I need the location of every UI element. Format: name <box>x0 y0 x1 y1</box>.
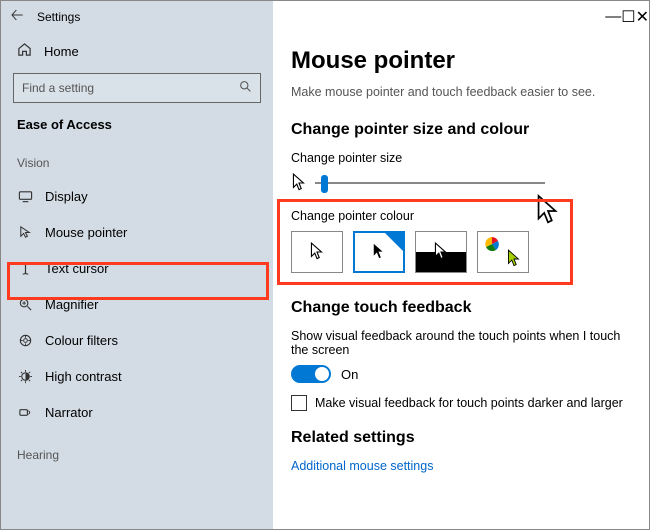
text-cursor-icon <box>17 260 33 276</box>
search-placeholder: Find a setting <box>22 81 239 95</box>
slider-thumb[interactable] <box>321 175 328 193</box>
sidebar-item-mouse-pointer[interactable]: Mouse pointer <box>1 214 273 250</box>
close-button[interactable]: ✕ <box>636 7 649 27</box>
colour-option-white[interactable] <box>291 231 343 273</box>
page-subtitle: Make mouse pointer and touch feedback ea… <box>291 85 631 99</box>
page-title: Mouse pointer <box>291 47 631 75</box>
mouse-pointer-icon <box>17 224 33 240</box>
sidebar-item-label: High contrast <box>45 369 122 384</box>
narrator-icon <box>17 404 33 420</box>
sidebar-item-high-contrast[interactable]: High contrast <box>1 358 273 394</box>
touch-desc: Show visual feedback around the touch po… <box>291 329 631 357</box>
display-icon <box>17 188 33 204</box>
colour-wheel-icon <box>484 236 500 252</box>
sidebar-item-label: Magnifier <box>45 297 98 312</box>
check-icon: ✓ <box>394 232 402 243</box>
sidebar-item-label: Narrator <box>45 405 93 420</box>
window-title: Settings <box>33 10 80 24</box>
home-nav[interactable]: Home <box>1 33 273 69</box>
sidebar-item-text-cursor[interactable]: Text cursor <box>1 250 273 286</box>
minimize-button[interactable]: — <box>605 8 621 26</box>
sidebar-item-label: Display <box>45 189 88 204</box>
section-touch: Change touch feedback <box>291 299 631 317</box>
magnifier-icon <box>17 296 33 312</box>
sidebar-item-magnifier[interactable]: Magnifier <box>1 286 273 322</box>
label-pointer-colour: Change pointer colour <box>291 209 631 223</box>
sidebar-item-label: Colour filters <box>45 333 118 348</box>
colour-filters-icon <box>17 332 33 348</box>
section-size-colour: Change pointer size and colour <box>291 121 631 139</box>
maximize-button[interactable]: ☐ <box>621 7 635 27</box>
search-input[interactable]: Find a setting <box>13 73 261 103</box>
back-button[interactable]: 🡠 <box>1 4 33 31</box>
home-label: Home <box>44 44 79 59</box>
category-heading: Ease of Access <box>1 113 273 146</box>
search-icon <box>239 80 252 96</box>
label-pointer-size: Change pointer size <box>291 151 631 165</box>
sidebar-item-narrator[interactable]: Narrator <box>1 394 273 430</box>
group-vision: Vision <box>1 146 273 178</box>
pointer-colour-tiles: ✓ <box>291 231 631 273</box>
sidebar: Home Find a setting Ease of Access Visio… <box>1 33 273 529</box>
toggle-state-label: On <box>341 367 358 382</box>
group-hearing: Hearing <box>1 430 273 470</box>
main-content: Mouse pointer Make mouse pointer and tou… <box>273 33 649 529</box>
colour-option-custom[interactable] <box>477 231 529 273</box>
pointer-size-slider[interactable] <box>315 182 545 184</box>
checkbox-label: Make visual feedback for touch points da… <box>315 396 623 410</box>
sidebar-item-label: Text cursor <box>45 261 109 276</box>
sidebar-item-colour-filters[interactable]: Colour filters <box>1 322 273 358</box>
small-cursor-icon <box>291 173 307 193</box>
darker-larger-checkbox[interactable] <box>291 395 307 411</box>
touch-feedback-toggle[interactable] <box>291 365 331 383</box>
home-icon <box>17 42 32 60</box>
sidebar-item-display[interactable]: Display <box>1 178 273 214</box>
sidebar-item-label: Mouse pointer <box>45 225 127 240</box>
section-related: Related settings <box>291 429 631 447</box>
colour-option-black[interactable]: ✓ <box>353 231 405 273</box>
colour-option-inverted[interactable] <box>415 231 467 273</box>
link-additional-mouse-settings[interactable]: Additional mouse settings <box>291 459 631 473</box>
high-contrast-icon <box>17 368 33 384</box>
